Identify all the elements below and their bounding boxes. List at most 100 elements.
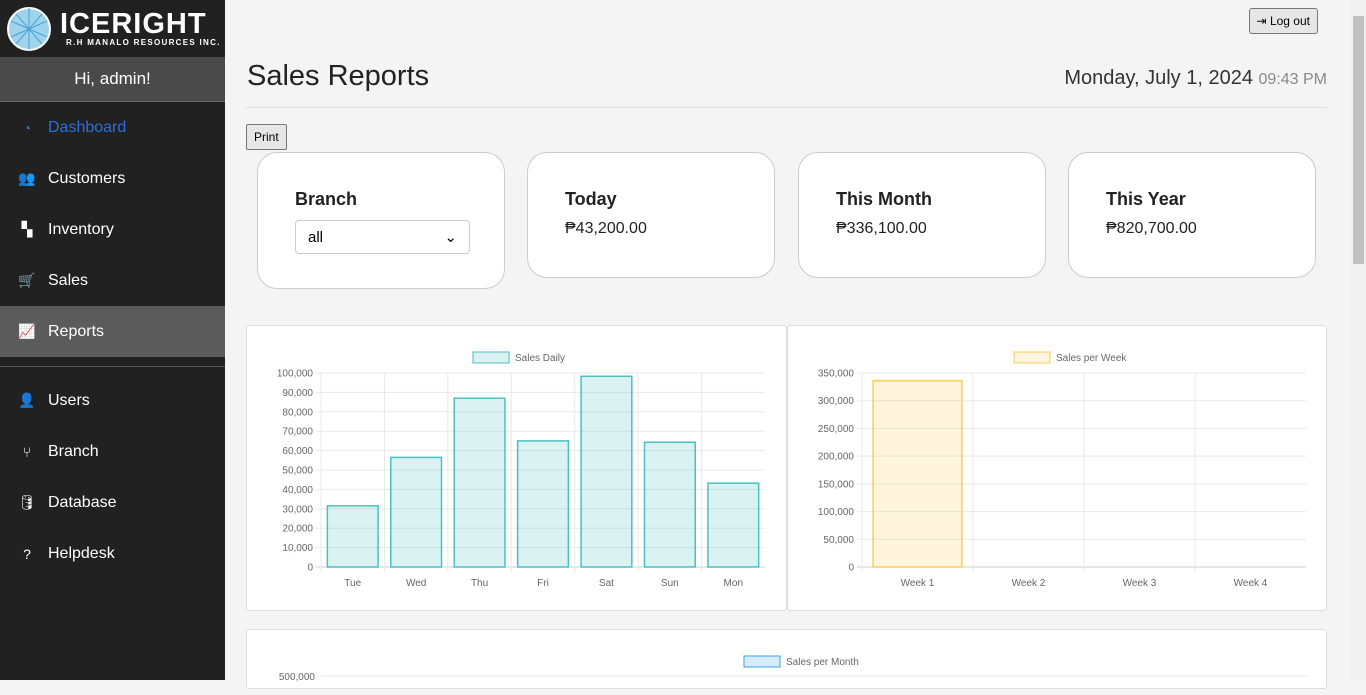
month-label: This Month xyxy=(836,189,932,209)
divider xyxy=(246,107,1327,108)
print-button[interactable]: Print xyxy=(246,124,287,150)
x-tick-label: Week 2 xyxy=(1012,578,1046,589)
nav-divider xyxy=(0,366,225,367)
sidebar-item-label: Dashboard xyxy=(48,118,127,136)
x-tick-label: Tue xyxy=(344,578,361,589)
cart-icon: 🛒 xyxy=(18,272,36,288)
scrollbar[interactable] xyxy=(1350,0,1366,680)
y-tick-label: 0 xyxy=(307,563,313,574)
y-tick-label: 50,000 xyxy=(282,466,313,477)
y-tick-label: 60,000 xyxy=(282,446,313,457)
y-tick-label: 0 xyxy=(848,563,854,574)
daily-chart: Sales Daily 0 10,000 20,000 30,000 40,000 50,0… xyxy=(277,351,765,589)
y-tick-label: 350,000 xyxy=(818,369,855,380)
sidebar-item-helpdesk[interactable]: ? Helpdesk xyxy=(0,528,225,579)
sidebar: ICERIGHT R.H MANALO RESOURCES INC. Hi, a… xyxy=(0,0,225,680)
sidebar-item-label: Helpdesk xyxy=(48,544,115,562)
sidebar-item-dashboard[interactable]: ◔ Dashboard xyxy=(0,102,225,153)
sidebar-item-label: Sales xyxy=(48,271,89,289)
user-icon: 👤 xyxy=(18,392,36,408)
logo: ICERIGHT R.H MANALO RESOURCES INC. xyxy=(0,0,225,57)
month-value: ₱336,100.00 xyxy=(836,220,927,237)
sidebar-item-sales[interactable]: 🛒 Sales xyxy=(0,255,225,306)
bar-tue xyxy=(326,505,379,568)
scrollbar-thumb[interactable] xyxy=(1353,16,1364,264)
current-date: Monday, July 1, 2024 09:43 PM xyxy=(1064,67,1327,90)
users-icon: 👥 xyxy=(18,170,36,186)
today-value: ₱43,200.00 xyxy=(565,220,647,237)
sidebar-item-branch[interactable]: ⑂ Branch xyxy=(0,426,225,477)
branch-select[interactable]: all ⌄ xyxy=(295,220,470,254)
sidebar-item-label: Users xyxy=(48,391,90,409)
legend-label: Sales Daily xyxy=(515,353,565,364)
y-tick-label: 150,000 xyxy=(818,479,855,490)
y-tick-label: 300,000 xyxy=(818,396,855,407)
brand-subtitle: R.H MANALO RESOURCES INC. xyxy=(66,38,221,47)
year-value: ₱820,700.00 xyxy=(1106,220,1197,237)
today-label: Today xyxy=(565,189,617,209)
daily-chart-panel: Sales Daily 0 10,000 20,000 30,000 40,000 50,0… xyxy=(246,325,787,611)
y-tick-label: 10,000 xyxy=(282,543,313,554)
monthly-chart: Sales per Month 500,000 xyxy=(279,655,1307,683)
y-tick-label: 90,000 xyxy=(282,388,313,399)
year-card: This Year ₱820,700.00 xyxy=(1068,152,1316,278)
x-tick-label: Week 4 xyxy=(1234,578,1268,589)
x-tick-label: Sun xyxy=(661,578,679,589)
bar-mon xyxy=(707,482,760,568)
sidebar-item-users[interactable]: 👤 Users xyxy=(0,375,225,426)
logout-label: Log out xyxy=(1269,14,1310,28)
branch-label: Branch xyxy=(295,189,358,209)
bar-sun xyxy=(643,441,696,568)
sidebar-item-reports[interactable]: 📈 Reports xyxy=(0,306,225,357)
bar-wed xyxy=(390,456,443,568)
month-card: This Month ₱336,100.00 xyxy=(798,152,1046,278)
y-tick-label: 100,000 xyxy=(818,507,855,518)
logo-globe-icon xyxy=(7,6,51,51)
sidebar-item-label: Database xyxy=(48,493,117,511)
y-tick-label: 40,000 xyxy=(282,485,313,496)
branch-value: all xyxy=(308,228,324,246)
x-tick-label: Week 1 xyxy=(901,578,935,589)
legend-swatch xyxy=(1013,351,1051,364)
x-tick-label: Sat xyxy=(599,578,614,589)
monthly-chart-panel: Sales per Month 500,000 xyxy=(246,629,1327,689)
sidebar-item-customers[interactable]: 👥 Customers xyxy=(0,153,225,204)
legend-label: Sales per Month xyxy=(786,657,859,668)
sidebar-item-inventory[interactable]: ▚ Inventory xyxy=(0,204,225,255)
bar-sat xyxy=(580,375,633,568)
y-tick-label: 250,000 xyxy=(818,424,855,435)
time-text: 09:43 PM xyxy=(1258,71,1327,88)
y-tick-label: 500,000 xyxy=(279,672,316,683)
year-label: This Year xyxy=(1106,189,1186,209)
bar-thu xyxy=(453,397,506,568)
sidebar-item-label: Customers xyxy=(48,169,126,187)
y-tick-label: 30,000 xyxy=(282,504,313,515)
bar-week-1 xyxy=(872,379,963,568)
bar-fri xyxy=(516,440,570,568)
weekly-chart: Sales per Week 0 50,000 100,000 150,000 200,0… xyxy=(818,351,1306,589)
sidebar-item-label: Branch xyxy=(48,442,99,460)
question-icon: ? xyxy=(23,545,31,562)
y-tick-label: 70,000 xyxy=(282,427,313,438)
y-tick-label: 80,000 xyxy=(282,407,313,418)
page-title: Sales Reports xyxy=(247,60,430,92)
x-tick-label: Mon xyxy=(724,578,743,589)
sidebar-item-database[interactable]: 🛢 Database xyxy=(0,477,225,528)
y-tick-label: 200,000 xyxy=(818,452,855,463)
gauge-icon: ◔ xyxy=(22,119,32,136)
sidebar-item-label: Reports xyxy=(48,322,105,340)
chart-line-icon: 📈 xyxy=(18,323,36,339)
logout-button[interactable]: ⇥ Log out xyxy=(1248,8,1318,34)
y-tick-label: 100,000 xyxy=(277,369,314,380)
logout-icon: ⇥ xyxy=(1256,14,1267,28)
x-tick-label: Thu xyxy=(471,578,488,589)
greeting: Hi, admin! xyxy=(0,57,225,102)
boxes-icon: ▚ xyxy=(21,221,33,237)
y-tick-label: 50,000 xyxy=(823,535,854,546)
database-icon: 🛢 xyxy=(18,494,36,510)
weekly-chart-panel: Sales per Week 0 50,000 100,000 150,000 200,0… xyxy=(787,325,1327,611)
x-tick-label: Wed xyxy=(406,578,426,589)
chevron-down-icon: ⌄ xyxy=(444,229,457,246)
brand-title: ICERIGHT xyxy=(60,8,207,40)
branch-card: Branch all ⌄ xyxy=(257,152,505,289)
